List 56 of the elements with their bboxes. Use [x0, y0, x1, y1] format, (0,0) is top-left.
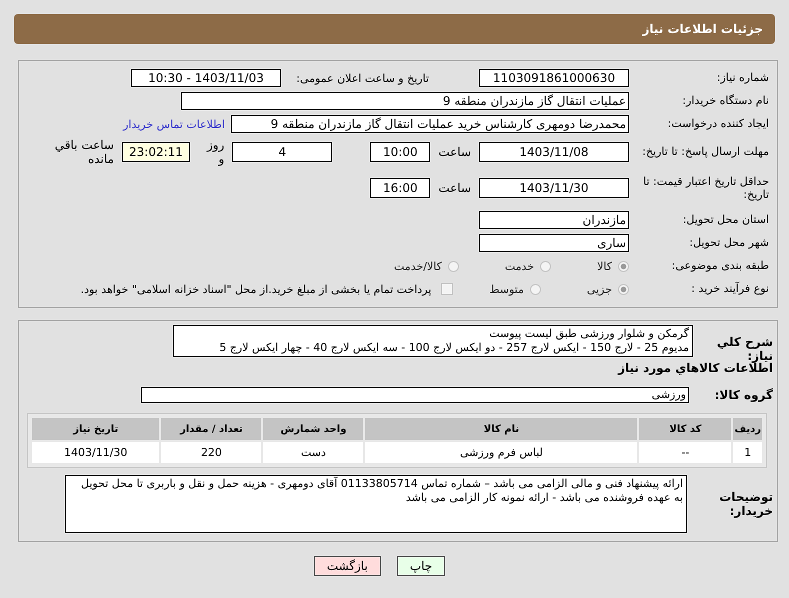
column-header: تعداد / مقدار	[161, 418, 262, 440]
column-header: نام کالا	[365, 418, 638, 440]
column-header: ردیف	[733, 418, 762, 440]
table-cell: --	[639, 442, 732, 463]
section-title: اطلاعات کالاهاي مورد نیاز	[616, 361, 773, 375]
table-cell: 220	[161, 442, 262, 463]
category-radio[interactable]: کالا	[597, 260, 629, 272]
field-label: شماره نیاز:	[716, 71, 769, 85]
time-label: ساعت	[438, 181, 471, 195]
need-number-field[interactable]: 1103091861000630	[479, 69, 629, 87]
table-cell: 1403/11/30	[32, 442, 160, 463]
days-label: روز و	[206, 138, 224, 166]
field-label: نام دستگاه خریدار:	[681, 94, 769, 108]
time-label: ساعت	[438, 145, 471, 159]
remaining-label: ساعت باقي مانده	[54, 138, 114, 166]
purchase-type-radio[interactable]: متوسط	[489, 282, 541, 296]
remaining-time-field[interactable]: 23:02:11	[122, 142, 190, 162]
contact-link[interactable]: اطلاعات تماس خریدار	[123, 118, 225, 130]
buyer-notes-area[interactable]: ارائه پیشنهاد فنی و مالی الزامی می باشد – شماره تماس 01133805714 آقای دومهری - هزینه حمل و نقل و باربری تا محل تحویل به عهده فروشنده می باشد - ارائه نمونه کار الزامی می باشد	[65, 475, 687, 533]
table-cell: 1	[733, 442, 762, 463]
action-button[interactable]: چاپ	[396, 556, 446, 576]
field-label: گروه کالا:	[714, 388, 773, 402]
category-radio[interactable]: خدمت	[504, 260, 552, 272]
deadline-date-field[interactable]: 1403/11/08	[479, 142, 629, 162]
field-label: طبقه بندی موضوعی:	[670, 259, 769, 273]
column-header: تاریخ نیاز	[32, 418, 160, 440]
requester-field[interactable]: محمدرضا دومهری کارشناس خرید عملیات انتقال گاز مازندران منطقه 9	[231, 115, 629, 133]
field-label: تاریخ و ساعت اعلان عمومی:	[295, 72, 429, 84]
field-label: شرح کلي نیاز:	[716, 335, 773, 364]
field-label: نوع فرآیند خرید :	[690, 282, 769, 296]
payment-note: پرداخت تمام یا بخشی از مبلغ خرید.از محل "اسناد خزانه اسلامی" خواهد بود.	[80, 282, 432, 296]
city-field[interactable]: ساری	[479, 234, 629, 252]
goods-group-field[interactable]: ورزشی	[141, 387, 689, 403]
column-header: کد کالا	[639, 418, 732, 440]
action-button[interactable]: بازگشت	[314, 556, 381, 576]
field-label: توضیحات خریدار:	[718, 490, 773, 518]
field-label: استان محل تحویل:	[682, 213, 769, 227]
table-cell: لباس فرم ورزشی	[365, 442, 638, 463]
payment-checkbox[interactable]	[441, 283, 454, 295]
field-label: مهلت ارسال پاسخ: تا تاریخ:	[641, 145, 769, 159]
purchase-type-radio[interactable]: جزیی	[586, 282, 629, 296]
province-field[interactable]: مازندران	[479, 211, 629, 229]
field-label: شهر محل تحویل:	[688, 236, 769, 250]
category-radio[interactable]: کالا/خدمت	[394, 260, 459, 272]
validity-date-field[interactable]: 1403/11/30	[479, 178, 629, 198]
field-label: ایجاد کننده درخواست:	[666, 117, 769, 131]
buyer-org-field[interactable]: عملیات انتقال گاز مازندران منطقه 9	[181, 92, 629, 110]
description-area[interactable]: گرمکن و شلوار ورزشی طبق لیست پیوست مدیوم 25 - لارج 150 - ایکس لارج 257 - دو ایکس لارج 100 - سه ایکس لارج 40 - چهار ایکس لارج 5	[173, 325, 693, 357]
validity-time-field[interactable]: 16:00	[370, 178, 430, 198]
table-cell: دست	[263, 442, 364, 463]
days-field[interactable]: 4	[232, 142, 332, 162]
page-title: جزئیات اطلاعات نیاز	[642, 22, 763, 36]
field-label: حداقل تاریخ اعتبار قیمت: تا تاریخ:	[642, 174, 769, 202]
announcement-field[interactable]: 1403/11/03 - 10:30	[131, 69, 281, 87]
column-header: واحد شمارش	[263, 418, 364, 440]
deadline-time-field[interactable]: 10:00	[370, 142, 430, 162]
